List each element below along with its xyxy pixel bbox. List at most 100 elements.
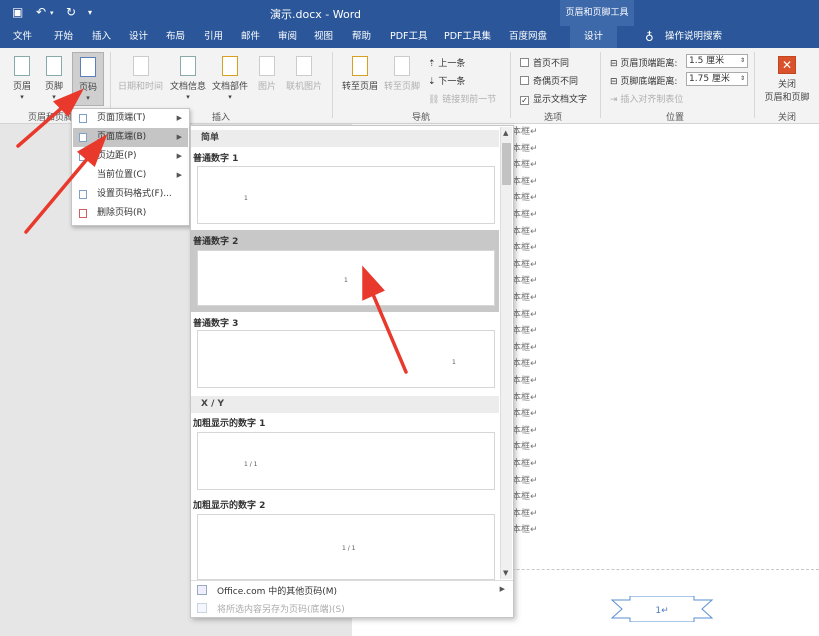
header-top-distance-input[interactable]: 1.5 厘米 ⇕ — [686, 54, 748, 68]
online-picture-icon — [296, 56, 312, 76]
gallery-item-plain-number-3[interactable]: 普通数字 3 1 — [191, 314, 499, 394]
picture-label: 图片 — [258, 82, 277, 92]
tab-insert[interactable]: 插入 — [92, 26, 111, 48]
header-button-label: 页眉 — [12, 82, 31, 92]
menu-item-format-page-numbers[interactable]: 设置页码格式(F)... — [73, 185, 188, 204]
tab-baidu-netdisk[interactable]: 百度网盘 — [509, 26, 547, 48]
menu-item-label: 删除页码(R) — [97, 208, 147, 218]
tab-design-doc[interactable]: 设计 — [129, 26, 148, 48]
goto-header-button[interactable]: 转至页眉 — [342, 56, 378, 92]
next-label: 下一条 — [438, 77, 466, 87]
gallery-item-bold-number-1[interactable]: 加粗显示的数字 1 1 / 1 — [191, 414, 499, 494]
date-time-button[interactable]: 日期和时间 — [118, 56, 163, 92]
gallery-scrollbar[interactable]: ▲ ▼ — [500, 127, 512, 579]
tab-mailings[interactable]: 邮件 — [241, 26, 260, 48]
scroll-down-icon[interactable]: ▼ — [503, 569, 508, 577]
menu-item-page-margins[interactable]: 页边距(P) ▶ — [73, 147, 188, 166]
document-line: 本框↵ — [512, 442, 538, 453]
header-button[interactable]: 页眉 ▾ — [10, 56, 34, 102]
save-selection-as-page-number[interactable]: 将所选内容另存为页码(底端)(S) — [217, 602, 345, 615]
picture-button[interactable]: 图片 — [258, 56, 276, 92]
tab-file[interactable]: 文件 — [13, 26, 32, 48]
tell-me-search[interactable]: 操作说明搜索 — [665, 26, 722, 48]
odd-even-different-checkbox[interactable]: 奇偶页不同 — [520, 74, 578, 87]
goto-footer-label: 转至页脚 — [384, 82, 421, 92]
customize-qat-icon[interactable]: ▾ — [88, 8, 92, 17]
doc-parts-button[interactable]: 文档部件 ▾ — [212, 56, 248, 102]
document-line: 本框↵ — [512, 259, 538, 270]
tab-review[interactable]: 审阅 — [278, 26, 297, 48]
scrollbar-thumb[interactable] — [502, 143, 511, 185]
gallery-item-title: 普通数字 3 — [193, 319, 239, 329]
checkbox-box — [520, 76, 529, 85]
menu-item-label: 页面顶端(T) — [97, 113, 146, 123]
insert-align-tab-button[interactable]: ⇥ 插入对齐制表位 — [610, 92, 683, 105]
tab-header-footer-design[interactable]: 设计 — [570, 26, 618, 48]
gallery-preview: 1 / 1 — [197, 514, 495, 580]
header-top-value: 1.5 厘米 — [689, 56, 725, 66]
tab-pdf-tools[interactable]: PDF工具 — [390, 26, 428, 48]
menu-item-top-of-page[interactable]: 页面顶端(T) ▶ — [73, 109, 188, 128]
show-doc-text-checkbox[interactable]: ✓ 显示文档文字 — [520, 92, 587, 105]
goto-header-label: 转至页眉 — [342, 82, 379, 92]
menu-item-current-position[interactable]: 当前位置(C) ▶ — [73, 166, 188, 185]
gallery-section-simple: 简单 — [191, 130, 499, 147]
title-bar: ▣ ↶ ▾ ↻ ▾ 演示.docx - Word 页眉和页脚工具 — [0, 0, 819, 26]
more-page-numbers-office[interactable]: Office.com 中的其他页码(M) — [217, 584, 337, 597]
next-button[interactable]: ⇣ 下一条 — [428, 74, 465, 87]
undo-dropdown-icon[interactable]: ▾ — [50, 9, 54, 17]
previous-label: 上一条 — [438, 59, 466, 69]
tab-references[interactable]: 引用 — [204, 26, 223, 48]
document-line: 本框↵ — [512, 210, 538, 220]
online-picture-button[interactable]: 联机图片 — [286, 56, 322, 92]
scroll-up-icon[interactable]: ▲ — [503, 129, 508, 137]
gallery-item-title: 加粗显示的数字 1 — [193, 419, 266, 429]
previous-button[interactable]: ⇡ 上一条 — [428, 56, 465, 69]
preview-page-number: 1 — [452, 359, 456, 366]
doc-info-label: 文档信息 — [170, 82, 207, 92]
footer-ribbon-shape[interactable]: 1↵ — [610, 596, 714, 622]
tab-home[interactable]: 开始 — [54, 26, 73, 48]
redo-icon[interactable]: ↻ — [66, 5, 76, 19]
group-label-header-footer: 页眉和页脚 — [28, 113, 74, 123]
tab-view[interactable]: 视图 — [314, 26, 333, 48]
document-line: 本框↵ — [512, 293, 538, 303]
menu-item-bottom-of-page[interactable]: 页面底端(B) ▶ — [73, 128, 188, 147]
goto-footer-button[interactable]: 转至页脚 — [384, 56, 420, 92]
group-label-options: 选项 — [544, 113, 563, 123]
doc-info-button[interactable]: 文档信息 ▾ — [170, 56, 206, 102]
context-tab-label: 页眉和页脚工具 — [560, 0, 634, 26]
tab-help[interactable]: 帮助 — [352, 26, 371, 48]
footer-button[interactable]: 页脚 ▾ — [42, 56, 66, 102]
checkbox-box — [520, 58, 529, 67]
picture-icon — [259, 56, 275, 76]
menu-item-label: 设置页码格式(F)... — [97, 189, 172, 199]
close-header-footer-button[interactable]: ✕ 关闭 页眉和页脚 — [764, 56, 810, 103]
tab-pdf-toolset[interactable]: PDF工具集 — [444, 26, 491, 48]
spinner-icon[interactable]: ⇕ — [740, 55, 745, 67]
menu-item-remove-page-numbers[interactable]: 删除页码(R) — [73, 204, 188, 223]
down-arrow-icon: ⇣ — [428, 77, 439, 87]
tab-layout[interactable]: 布局 — [166, 26, 185, 48]
close-icon: ✕ — [778, 56, 796, 74]
gallery-item-bold-number-2[interactable]: 加粗显示的数字 2 1 / 1 — [191, 496, 499, 580]
odd-even-different-label: 奇偶页不同 — [533, 77, 579, 87]
save-icon[interactable]: ▣ — [12, 5, 23, 19]
document-line: 本框↵ — [512, 409, 538, 420]
spinner-icon[interactable]: ⇕ — [740, 73, 745, 85]
page-margins-icon — [79, 152, 87, 161]
document-line: 本框↵ — [512, 160, 538, 171]
undo-icon[interactable]: ↶ — [36, 5, 46, 19]
first-page-different-checkbox[interactable]: 首页不同 — [520, 56, 569, 69]
submenu-arrow-icon: ▶ — [176, 171, 182, 179]
office-com-icon — [197, 585, 207, 595]
gallery-item-plain-number-1[interactable]: 普通数字 1 1 — [191, 148, 499, 228]
gallery-item-plain-number-2[interactable]: 普通数字 2 1 — [191, 230, 499, 312]
align-tab-icon: ⇥ — [610, 95, 621, 105]
check-icon: ✓ — [520, 96, 529, 105]
page-number-button[interactable]: 页码 ▾ — [72, 52, 104, 106]
footer-bottom-distance-input[interactable]: 1.75 厘米 ⇕ — [686, 72, 748, 86]
close-line1: 关闭 — [777, 80, 796, 90]
group-label-insert: 插入 — [212, 113, 231, 123]
link-previous-button[interactable]: ⛓ 链接到前一节 — [428, 92, 496, 105]
